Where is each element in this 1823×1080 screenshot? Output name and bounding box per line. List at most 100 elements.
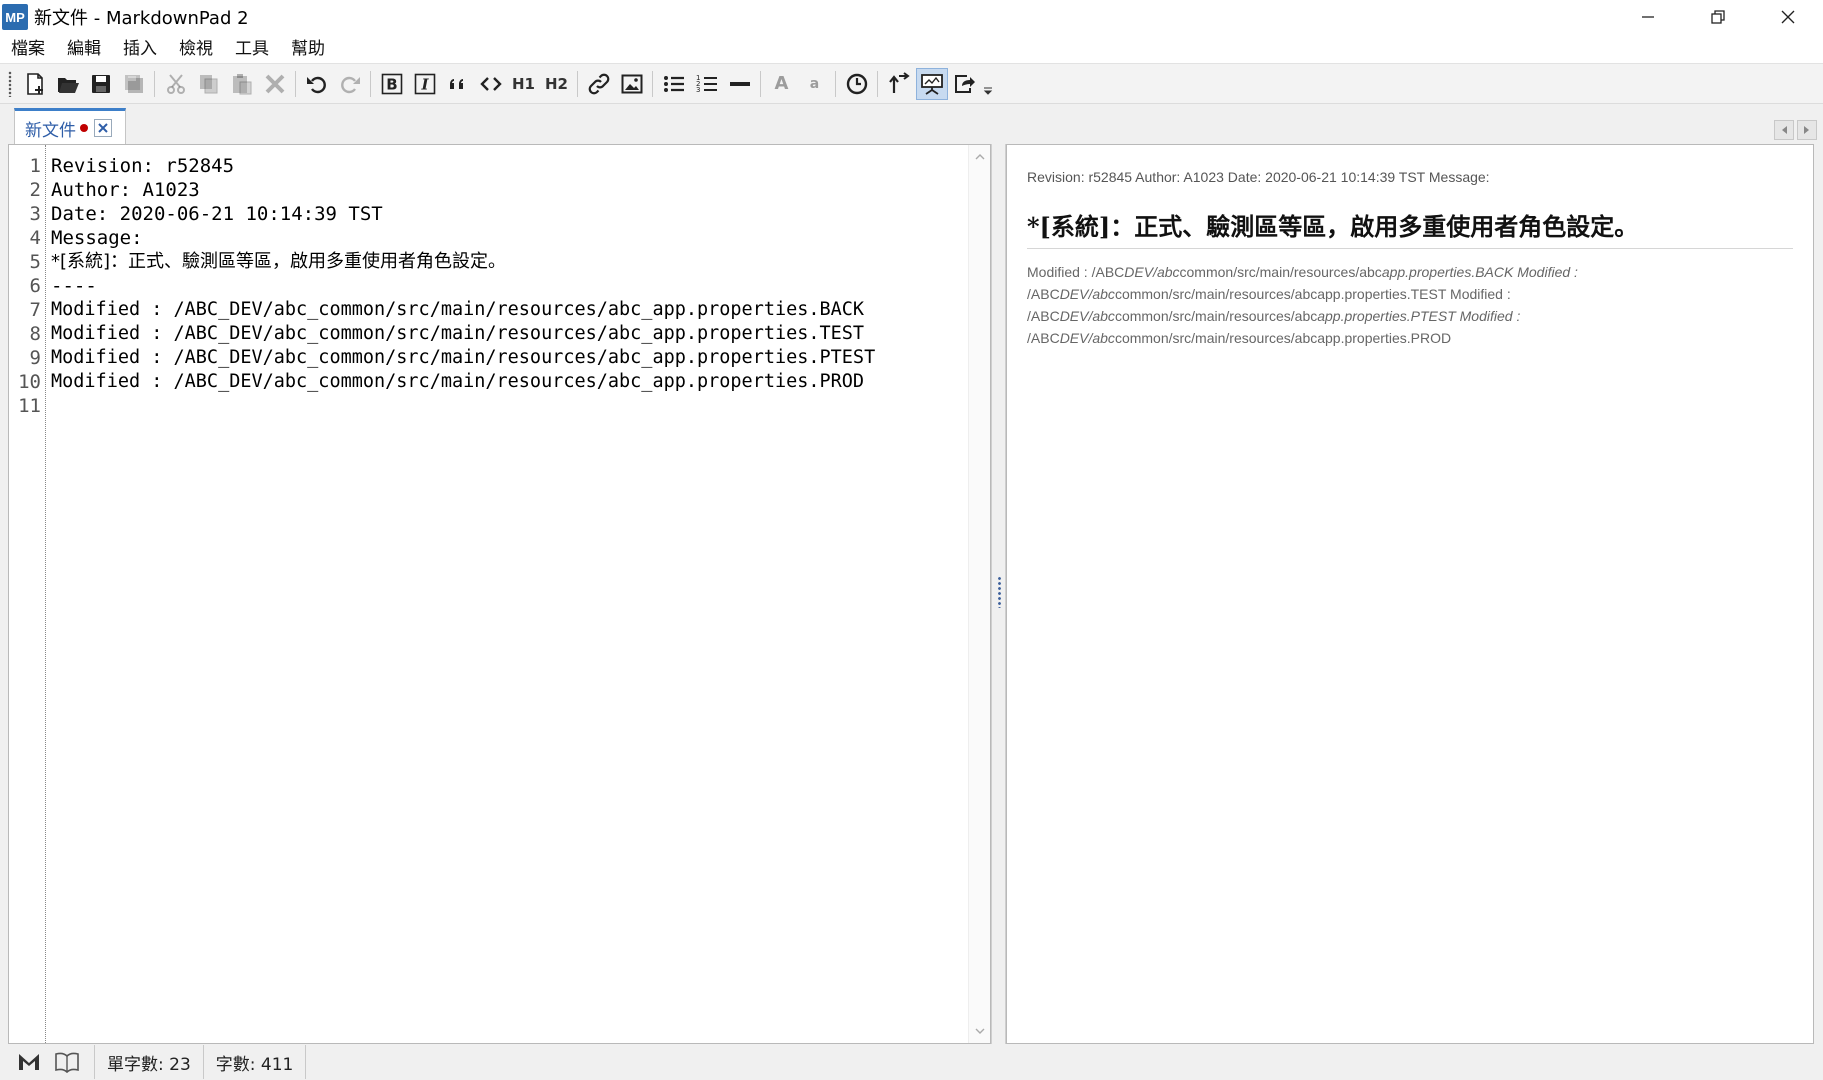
line-number: 1 (29, 155, 41, 177)
horizontal-rule-button[interactable] (724, 68, 756, 100)
code-line[interactable]: *[系統]：正式、驗測區等區，啟用多重使用者角色設定。 (51, 250, 506, 274)
image-icon (621, 74, 642, 93)
menu-help[interactable]: 幫助 (280, 34, 336, 64)
code-line[interactable]: Modified : /ABC_DEV/abc_common/src/main/… (51, 322, 864, 346)
code-line[interactable]: Modified : /ABC_DEV/abc_common/src/main/… (51, 298, 864, 322)
delete-icon (265, 74, 284, 93)
folder-open-icon (57, 77, 79, 93)
toolbar-separator (835, 70, 836, 97)
menu-view[interactable]: 檢視 (168, 34, 224, 64)
markdown-mode-button[interactable] (14, 1047, 44, 1077)
undo-button[interactable] (301, 68, 333, 100)
app-logo-icon: MP (2, 4, 28, 30)
code-line[interactable]: Revision: r52845 (51, 154, 234, 178)
line-number: 9 (29, 347, 41, 369)
font-increase-button[interactable]: A (766, 68, 798, 100)
code-line[interactable]: Author: A1023 (51, 178, 200, 202)
bold-button[interactable]: B (376, 68, 408, 100)
toolbar-grip[interactable] (8, 70, 12, 97)
paste-button[interactable] (226, 68, 258, 100)
pane-splitter[interactable] (991, 144, 1006, 1044)
toolbar-overflow-button[interactable] (981, 68, 995, 100)
preview-mode-button[interactable] (52, 1047, 82, 1077)
line-number: 10 (18, 371, 41, 393)
timestamp-button[interactable] (841, 68, 873, 100)
menu-tools[interactable]: 工具 (224, 34, 280, 64)
unordered-list-button[interactable] (658, 68, 690, 100)
unsaved-indicator-icon (80, 124, 88, 132)
minimize-button[interactable] (1613, 0, 1683, 34)
undo-icon (306, 76, 326, 93)
blockquote-button[interactable] (442, 68, 474, 100)
restore-button[interactable] (1683, 0, 1753, 34)
heading1-button[interactable]: H1 (508, 68, 540, 100)
horizontal-rule-icon (729, 81, 750, 86)
line-number: 5 (29, 251, 41, 273)
quote-icon (449, 78, 463, 89)
heading2-button[interactable]: H2 (541, 68, 573, 100)
code-line[interactable]: ---- (51, 274, 97, 298)
preview-paragraph: Revision: r52845 Author: A1023 Date: 202… (1027, 169, 1490, 185)
scroll-down-icon (975, 1028, 985, 1034)
menu-insert[interactable]: 插入 (112, 34, 168, 64)
save-button[interactable] (85, 68, 117, 100)
editor-vertical-scrollbar[interactable] (968, 145, 990, 1043)
tab-close-button[interactable] (94, 119, 112, 137)
italic-button[interactable]: I (409, 68, 441, 100)
tab-scroll-right-button[interactable] (1797, 120, 1817, 140)
new-document-button[interactable] (19, 68, 51, 100)
line-number: 11 (18, 395, 41, 417)
preview-italic: app.properties.BACK Modified : (1381, 264, 1578, 280)
restore-icon (1711, 10, 1725, 24)
live-preview-button[interactable] (915, 67, 948, 100)
window-title: 新文件 - MarkdownPad 2 (34, 8, 249, 29)
hyperlink-button[interactable] (583, 68, 615, 100)
delete-button[interactable] (259, 68, 291, 100)
preview-modified-list: Modified : /ABCDEV/abccommon/src/main/re… (1027, 261, 1597, 349)
markdown-editor[interactable]: 1 2 3 4 5 6 7 8 9 10 11 Revision: r52845… (8, 144, 991, 1045)
character-count: 字數: 411 (215, 1054, 294, 1075)
code-icon (479, 76, 502, 91)
splitter-grip-icon (998, 576, 1001, 608)
bold-icon: B (381, 73, 402, 94)
save-icon (91, 74, 110, 93)
sync-scroll-button[interactable] (883, 68, 915, 100)
line-number: 6 (29, 275, 41, 297)
live-preview-pane: Revision: r52845 Author: A1023 Date: 202… (1006, 144, 1814, 1044)
line-number: 3 (29, 203, 41, 225)
preview-text: Modified : /ABC (1027, 264, 1125, 280)
toolbar-separator (652, 70, 653, 97)
close-window-button[interactable] (1753, 0, 1823, 34)
ordered-list-button[interactable]: 123 (691, 68, 723, 100)
preview-text: common/src/main/resources/abc (1114, 286, 1318, 302)
menu-file[interactable]: 檔案 (0, 34, 56, 64)
preview-text: app.properties.TEST Modified : (1317, 286, 1511, 302)
code-line[interactable]: Date: 2020-06-21 10:14:39 TST (51, 202, 383, 226)
code-line[interactable]: Modified : /ABC_DEV/abc_common/src/main/… (51, 370, 864, 394)
font-decrease-button[interactable]: a (799, 68, 831, 100)
status-separator (94, 1045, 95, 1079)
code-line[interactable]: Message: (51, 226, 143, 250)
line-number-gutter: 1 2 3 4 5 6 7 8 9 10 11 (9, 145, 46, 1045)
menu-edit[interactable]: 編輯 (56, 34, 112, 64)
copy-button[interactable] (193, 68, 225, 100)
code-line[interactable]: Modified : /ABC_DEV/abc_common/src/main/… (51, 346, 875, 370)
tab-scroll-left-button[interactable] (1774, 120, 1794, 140)
svg-text:3: 3 (696, 86, 700, 94)
preview-italic: DEV/abc (1059, 330, 1115, 346)
scroll-up-icon (975, 154, 985, 160)
export-button[interactable] (949, 68, 981, 100)
redo-button[interactable] (334, 68, 366, 100)
status-separator (202, 1045, 204, 1079)
line-number: 4 (29, 227, 41, 249)
open-button[interactable] (52, 68, 84, 100)
line-number: 2 (29, 179, 41, 201)
preview-text: common/src/main/resources/abc (1114, 330, 1318, 346)
preview-italic: app.properties.PTEST Modified : (1317, 308, 1521, 324)
cut-button[interactable] (160, 68, 192, 100)
tab-new-document[interactable]: 新文件 (14, 108, 126, 145)
image-button[interactable] (616, 68, 648, 100)
code-button[interactable] (475, 68, 507, 100)
save-all-button[interactable] (118, 68, 150, 100)
heading1-icon: H1 (512, 74, 535, 93)
